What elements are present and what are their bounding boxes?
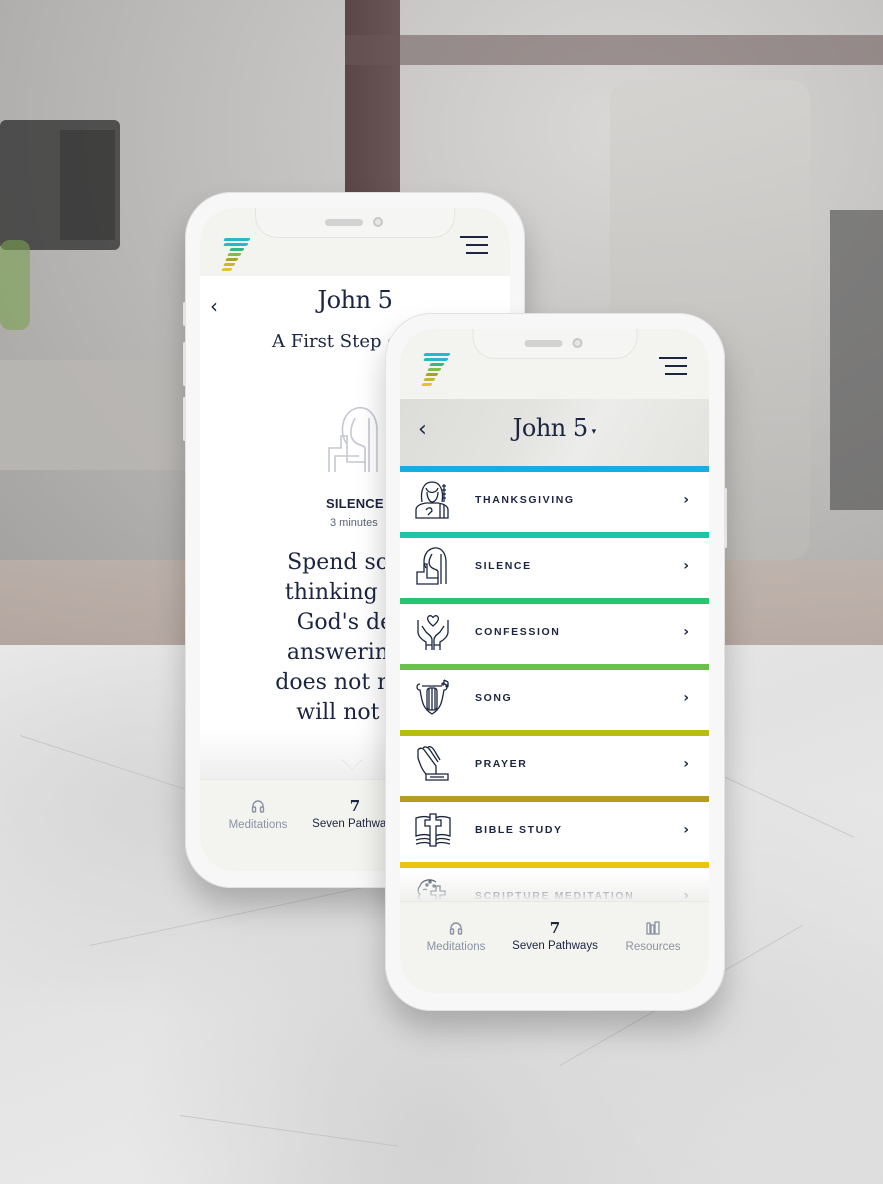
chapter-title: John 5 [512, 414, 588, 442]
pathway-color-stripe [400, 466, 709, 472]
thanksgiving-icon [414, 480, 452, 520]
pathway-item-song[interactable]: SONG › [400, 664, 709, 730]
phone-notch [255, 208, 455, 238]
pathway-list: THANKSGIVING › SILENCE › CONFESSION › SO… [400, 466, 709, 928]
pathway-label: THANKSGIVING [475, 494, 575, 506]
chevron-right-icon: › [683, 624, 689, 640]
chapter-bar: ‹ John 5 ▾ [400, 399, 709, 466]
volume-button [183, 342, 186, 386]
silence-figure-icon [325, 404, 385, 474]
pathway-item-bible-study[interactable]: BIBLE STUDY › [400, 796, 709, 862]
pathway-duration: 3 minutes [330, 517, 378, 529]
pathway-color-stripe [400, 862, 709, 868]
volume-button [183, 397, 186, 441]
background-dark-panel [830, 210, 883, 510]
phone-notch [472, 329, 637, 359]
chevron-right-icon: › [683, 822, 689, 838]
side-button [183, 302, 186, 326]
tab-meditations[interactable]: Meditations [208, 798, 308, 831]
phone-front: ‹ John 5 ▾ THANKSGIVING › SILENCE › CONF… [385, 313, 727, 1011]
tab-meditations[interactable]: Meditations [406, 920, 506, 953]
tab-label: Seven Pathways [512, 940, 598, 952]
hamburger-menu-icon[interactable] [657, 357, 687, 377]
power-button [724, 488, 727, 548]
books-icon [603, 921, 703, 937]
seven-logo-icon[interactable] [420, 353, 454, 389]
background-window-pane [60, 130, 115, 240]
chevron-right-icon: › [683, 756, 689, 772]
chevron-right-icon: › [683, 690, 689, 706]
pathway-color-stripe [400, 730, 709, 736]
pathway-name: SILENCE [326, 496, 384, 511]
seven-logo-icon[interactable] [220, 238, 254, 274]
page-subtitle: A First Step of [272, 331, 405, 352]
bottom-tab-bar: Meditations 7 Seven Pathways Resources [400, 901, 709, 993]
pathway-color-stripe [400, 796, 709, 802]
headphones-icon [406, 921, 506, 937]
pathway-color-stripe [400, 664, 709, 670]
pathway-color-stripe [400, 532, 709, 538]
tab-label: Meditations [228, 819, 288, 831]
background-plant [0, 240, 30, 330]
song-lyre-icon [414, 678, 452, 718]
front-phone-screen: ‹ John 5 ▾ THANKSGIVING › SILENCE › CONF… [400, 329, 709, 993]
caret-down-icon: ▾ [591, 426, 597, 437]
pathway-item-silence[interactable]: SILENCE › [400, 532, 709, 598]
bible-study-icon [414, 810, 452, 850]
chapter-dropdown[interactable]: John 5 ▾ [400, 414, 709, 442]
chevron-right-icon: › [683, 558, 689, 574]
pathway-label: SONG [475, 692, 513, 704]
pathway-item-prayer[interactable]: PRAYER › [400, 730, 709, 796]
pathway-item-confession[interactable]: CONFESSION › [400, 598, 709, 664]
background-beam [345, 35, 883, 65]
pathway-label: PRAYER [475, 758, 528, 770]
prayer-hands-icon [414, 744, 452, 784]
tab-label: Meditations [426, 941, 486, 953]
pathway-label: BIBLE STUDY [475, 824, 563, 836]
marble-vein [179, 1115, 398, 1147]
tab-label: Resources [625, 941, 681, 953]
pathway-label: SILENCE [475, 560, 532, 572]
tab-resources[interactable]: Resources [603, 920, 703, 953]
silence-icon [414, 546, 452, 586]
pathway-label: CONFESSION [475, 626, 561, 638]
chevron-right-icon: › [683, 492, 689, 508]
pathway-color-stripe [400, 598, 709, 604]
page-title: John 5 [317, 286, 393, 314]
headphones-icon [208, 799, 308, 815]
tab-seven-pathways[interactable]: 7 Seven Pathways [505, 920, 605, 952]
seven-icon: 7 [549, 919, 561, 937]
confession-icon [414, 612, 452, 652]
background-shelf [0, 360, 190, 470]
pathway-item-thanksgiving[interactable]: THANKSGIVING › [400, 466, 709, 532]
hamburger-menu-icon[interactable] [458, 236, 488, 256]
